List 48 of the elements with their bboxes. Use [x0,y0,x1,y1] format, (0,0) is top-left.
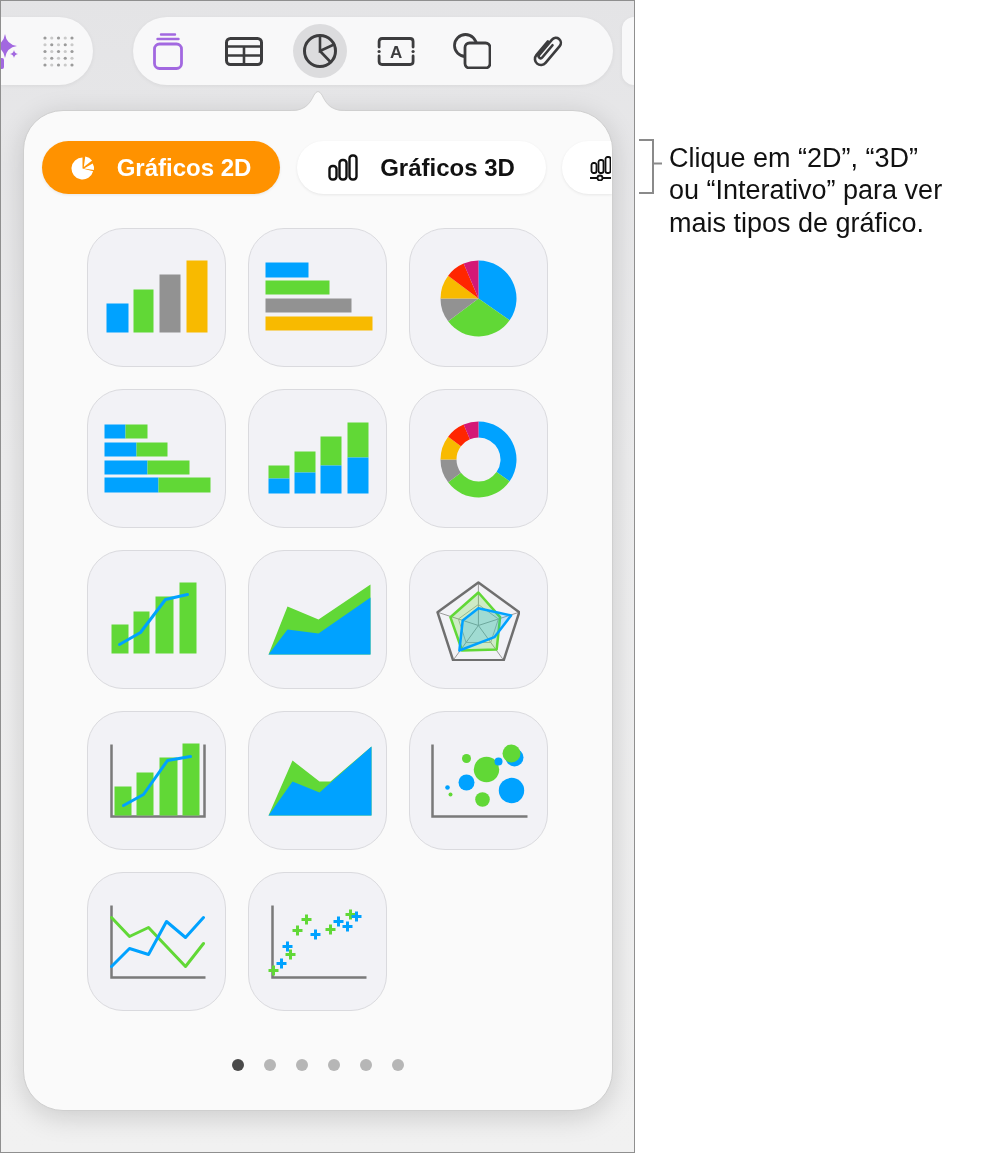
column-line-chart-icon [109,580,198,655]
toolbar-button[interactable] [293,24,347,78]
pie-chart-icon [303,34,337,68]
pie-chart-icon [438,258,518,338]
chart-type-button[interactable] [87,228,226,367]
toolbar [622,17,634,85]
line-chart-icon [109,903,207,979]
chart-type-button[interactable] [248,550,387,689]
chart-type-button[interactable] [248,389,387,528]
donut-chart-icon [438,419,518,499]
page-dot[interactable] [360,1059,372,1071]
scatter-chart-icon [266,903,368,979]
chart-type-button[interactable] [248,228,387,367]
chart-type-button[interactable] [87,711,226,850]
page-dot[interactable] [296,1059,308,1071]
stacked-bar-chart-icon [102,422,212,494]
area-chart-icon [266,744,373,817]
page-dot[interactable] [328,1059,340,1071]
dot-grid-icon[interactable] [43,35,74,67]
radar-chart-icon [435,580,521,662]
pie-chart-icon [70,155,95,180]
callout-bracket [638,139,662,194]
chart-type-button[interactable] [248,872,387,1011]
callout-text: Clique em “2D”, “3D” ou “Interativo” para ver mais tipos de gráfico. [669,142,943,239]
chart-type-button[interactable] [409,389,548,528]
chart-type-button[interactable] [409,711,548,850]
chart-type-button[interactable] [409,228,548,367]
bar-chart-icon [328,154,359,181]
tab[interactable] [562,141,612,194]
chart-type-button[interactable] [409,550,548,689]
toolbar-button[interactable]: A [369,24,423,78]
chart-type-button[interactable] [87,872,226,1011]
page-dot[interactable] [232,1059,244,1071]
stacked-column-chart-icon [266,420,370,495]
shapes-icon [452,32,492,70]
dual-axis-chart-icon [109,741,206,818]
chart-type-button[interactable] [248,711,387,850]
chart-type-button[interactable] [87,389,226,528]
column-chart-icon [104,258,209,334]
sparkle-icon[interactable] [1,33,18,69]
stacked-area-chart-icon [266,582,372,656]
page-dot[interactable] [264,1059,276,1071]
page-dot[interactable] [392,1059,404,1071]
bar-chart-icon [263,260,374,332]
tab[interactable]: Gráficos 3D [297,141,546,194]
stacked-square-icon [153,32,183,70]
bubble-chart-icon [430,742,529,818]
table-icon [225,36,263,66]
